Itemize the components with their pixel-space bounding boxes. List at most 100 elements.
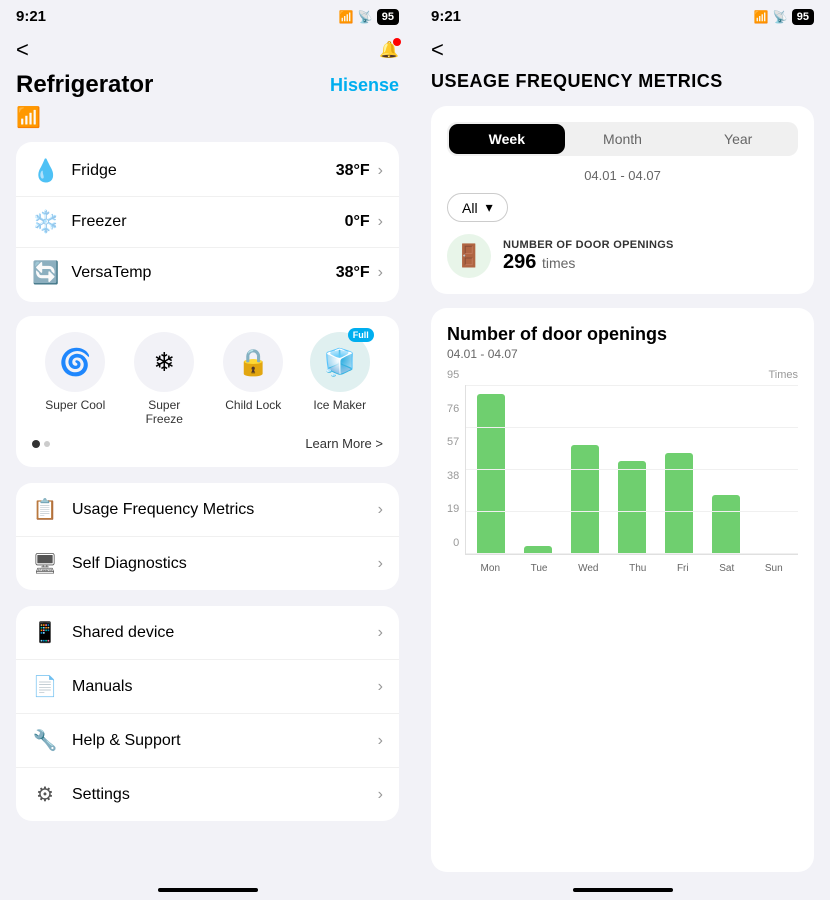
- bar-col-sat: [706, 385, 747, 554]
- bar-col-fri: [659, 385, 700, 554]
- metrics-page-title: USEAGE FREQUENCY METRICS: [415, 67, 830, 100]
- app-title-row: Refrigerator Hisense: [0, 67, 415, 103]
- freezer-icon: ❄️: [32, 209, 59, 235]
- super-cool-feature[interactable]: 🌀 Super Cool: [45, 332, 105, 412]
- tab-month[interactable]: Month: [565, 124, 681, 154]
- right-status-icons: 📶 📡 95: [754, 9, 814, 25]
- battery-indicator: 95: [377, 9, 399, 25]
- date-range-label: 04.01 - 04.07: [447, 168, 798, 183]
- ice-maker-icon-wrap: Full 🧊: [310, 332, 370, 392]
- back-button[interactable]: <: [16, 37, 29, 63]
- usage-frequency-icon: 📋: [32, 497, 58, 522]
- chart-date-range: 04.01 - 04.07: [447, 347, 798, 361]
- right-home-indicator: [415, 880, 830, 900]
- notification-bell[interactable]: 🔔: [379, 40, 399, 60]
- door-count-unit: times: [542, 255, 575, 271]
- usage-frequency-label: Usage Frequency Metrics: [72, 501, 378, 519]
- door-icon: 🚪: [455, 243, 482, 269]
- freezer-row[interactable]: ❄️ Freezer 0°F ›: [16, 197, 399, 248]
- ice-maker-icon: 🧊: [324, 347, 356, 378]
- super-cool-icon: 🌀: [59, 347, 91, 378]
- notification-dot: [393, 38, 401, 46]
- y-label-19: 19: [447, 503, 459, 515]
- left-status-time: 9:21: [16, 8, 46, 25]
- child-lock-label: Child Lock: [225, 398, 281, 412]
- shared-device-icon: 📱: [32, 620, 58, 645]
- settings-row[interactable]: ⚙ Settings ›: [16, 768, 399, 821]
- chart-y-axis: 95 76 57 38 19 0: [447, 369, 465, 549]
- freezer-chevron: ›: [378, 213, 383, 231]
- y-label-95: 95: [447, 369, 459, 381]
- bar-sat: [712, 495, 740, 554]
- y-label-0: 0: [453, 537, 459, 549]
- features-grid: 🌀 Super Cool ❄ Super Freeze 🔒 Child Lock…: [32, 332, 383, 426]
- right-panel: 9:21 📶 📡 95 < USEAGE FREQUENCY METRICS W…: [415, 0, 830, 900]
- help-support-icon: 🔧: [32, 728, 58, 753]
- bar-tue: [524, 546, 552, 554]
- versatemp-label: VersaTemp: [71, 264, 335, 282]
- x-label-mon: Mon: [481, 563, 500, 574]
- manuals-chevron: ›: [378, 678, 383, 696]
- child-lock-icon: 🔒: [237, 347, 269, 378]
- super-freeze-feature[interactable]: ❄ Super Freeze: [132, 332, 197, 426]
- tab-week[interactable]: Week: [449, 124, 565, 154]
- features-card: 🌀 Super Cool ❄ Super Freeze 🔒 Child Lock…: [16, 316, 399, 467]
- super-freeze-label: Super Freeze: [132, 398, 197, 426]
- super-cool-label: Super Cool: [45, 398, 105, 412]
- help-support-label: Help & Support: [72, 732, 378, 750]
- settings-chevron: ›: [378, 786, 383, 804]
- bar-wed: [571, 445, 599, 554]
- signal-icon: 📶: [339, 10, 354, 24]
- fridge-row[interactable]: 💧 Fridge 38°F ›: [16, 146, 399, 197]
- shared-device-label: Shared device: [72, 624, 378, 642]
- metrics-summary-card: Week Month Year 04.01 - 04.07 All ▾ 🚪 NU…: [431, 106, 814, 294]
- versatemp-chevron: ›: [378, 264, 383, 282]
- manuals-icon: 📄: [32, 674, 58, 699]
- chart-title: Number of door openings: [447, 324, 798, 345]
- door-count-info: NUMBER OF DOOR OPENINGS 296 times: [503, 239, 674, 274]
- self-diagnostics-row[interactable]: 🖥 Self Diagnostics ›: [16, 537, 399, 590]
- right-battery-indicator: 95: [792, 9, 814, 25]
- freezer-label: Freezer: [71, 213, 344, 231]
- x-label-sun: Sun: [765, 563, 783, 574]
- ice-maker-feature[interactable]: Full 🧊 Ice Maker: [310, 332, 370, 412]
- features-footer: Learn More >: [32, 436, 383, 451]
- child-lock-feature[interactable]: 🔒 Child Lock: [223, 332, 283, 412]
- versatemp-row[interactable]: 🔄 VersaTemp 38°F ›: [16, 248, 399, 298]
- right-back-button[interactable]: <: [431, 37, 444, 63]
- bar-col-sun: [753, 385, 794, 554]
- child-lock-icon-wrap: 🔒: [223, 332, 283, 392]
- tab-year[interactable]: Year: [680, 124, 796, 154]
- right-signal-icon: 📶: [754, 10, 769, 24]
- right-home-bar: [573, 888, 673, 892]
- self-diagnostics-label: Self Diagnostics: [72, 555, 378, 573]
- door-icon-circle: 🚪: [447, 234, 491, 278]
- dot-inactive: [44, 441, 50, 447]
- left-status-bar: 9:21 📶 📡 95: [0, 0, 415, 29]
- shared-device-row[interactable]: 📱 Shared device ›: [16, 606, 399, 660]
- usage-frequency-row[interactable]: 📋 Usage Frequency Metrics ›: [16, 483, 399, 537]
- bar-mon: [477, 394, 505, 554]
- x-label-thu: Thu: [629, 563, 646, 574]
- bar-col-thu: [612, 385, 653, 554]
- chart-area: 95 76 57 38 19 0 Times: [447, 369, 798, 574]
- filter-dropdown[interactable]: All ▾: [447, 193, 508, 222]
- left-status-icons: 📶 📡 95: [339, 9, 399, 25]
- bar-col-mon: [470, 385, 511, 554]
- self-diagnostics-icon: 🖥: [32, 551, 58, 576]
- wifi-icon: 📡: [358, 10, 373, 24]
- y-label-57: 57: [447, 436, 459, 448]
- chart-card: Number of door openings 04.01 - 04.07 95…: [431, 308, 814, 872]
- manuals-label: Manuals: [72, 678, 378, 696]
- self-diagnostics-chevron: ›: [378, 555, 383, 573]
- bar-col-tue: [517, 385, 558, 554]
- diagnostics-card: 📋 Usage Frequency Metrics › 🖥 Self Diagn…: [16, 483, 399, 590]
- filter-dropdown-row: All ▾: [447, 193, 798, 222]
- help-support-row[interactable]: 🔧 Help & Support ›: [16, 714, 399, 768]
- door-count-row: 🚪 NUMBER OF DOOR OPENINGS 296 times: [447, 234, 798, 278]
- super-freeze-icon-wrap: ❄: [134, 332, 194, 392]
- manuals-row[interactable]: 📄 Manuals ›: [16, 660, 399, 714]
- x-label-sat: Sat: [719, 563, 734, 574]
- learn-more-link[interactable]: Learn More >: [305, 436, 383, 451]
- freezer-temp: 0°F: [345, 213, 370, 231]
